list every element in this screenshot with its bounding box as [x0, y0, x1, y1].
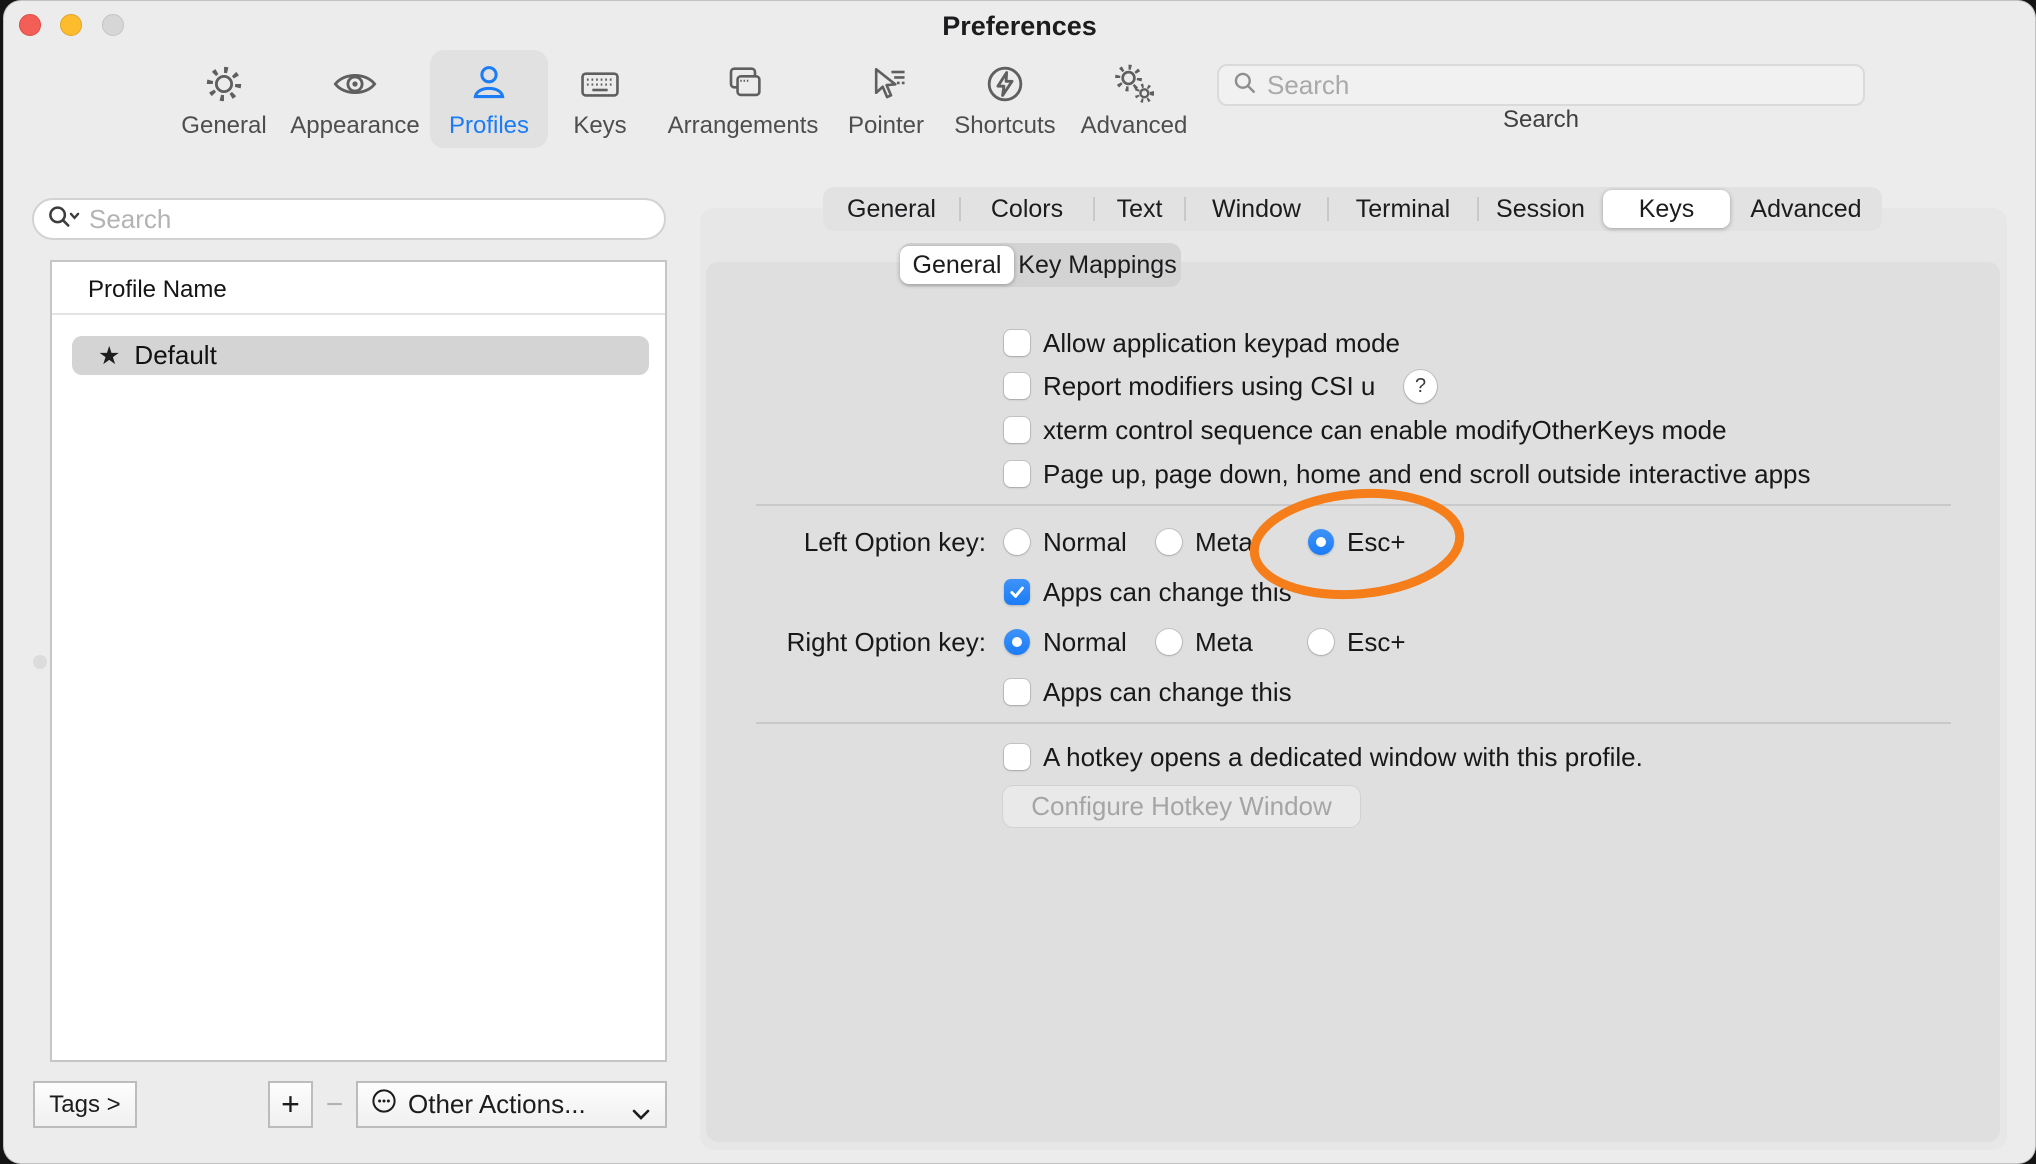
- radio-left-meta[interactable]: [1156, 529, 1182, 555]
- radio-label: Esc+: [1347, 522, 1406, 562]
- checkbox-hotkey-window[interactable]: [1004, 744, 1030, 770]
- configure-hotkey-window-button[interactable]: Configure Hotkey Window: [1003, 786, 1360, 827]
- tab-text[interactable]: Text: [1094, 187, 1185, 231]
- radio-right-normal[interactable]: [1004, 629, 1030, 655]
- cursor-icon: [860, 58, 912, 110]
- list-header-divider: [52, 313, 665, 315]
- radio-label: Meta: [1195, 622, 1253, 662]
- tab-terminal[interactable]: Terminal: [1328, 187, 1478, 231]
- checkbox-left-apps-can-change[interactable]: [1004, 579, 1030, 605]
- toolbar-search-input[interactable]: Search: [1217, 64, 1865, 106]
- tab-colors[interactable]: Colors: [960, 187, 1094, 231]
- toolbar-item-arrangements[interactable]: Arrangements: [658, 50, 828, 148]
- toolbar-item-label: Advanced: [1081, 112, 1188, 140]
- preferences-window: Preferences General Appearance Profiles: [3, 0, 2036, 1164]
- radio-left-normal[interactable]: [1004, 529, 1030, 555]
- radio-left-esc[interactable]: [1308, 529, 1334, 555]
- radio-label: Meta: [1195, 522, 1253, 562]
- subtab-general[interactable]: General: [900, 246, 1014, 284]
- radio-label: Normal: [1043, 622, 1127, 662]
- checkbox-label: Page up, page down, home and end scroll …: [1043, 454, 1811, 494]
- eye-icon: [329, 58, 381, 110]
- profile-tab-bar: General Colors Text Window Terminal Sess…: [823, 187, 1882, 231]
- search-menu-icon: [47, 204, 81, 235]
- tags-button[interactable]: Tags >: [33, 1081, 137, 1128]
- checkbox-label: xterm control sequence can enable modify…: [1043, 410, 1727, 450]
- toolbar-item-general[interactable]: General: [149, 50, 299, 148]
- profile-list: Profile Name ★ Default: [50, 260, 667, 1062]
- splitter-handle-dot[interactable]: [33, 655, 47, 669]
- profile-name: Default: [134, 340, 216, 371]
- gear-icon: [198, 58, 250, 110]
- right-option-key-label: Right Option key:: [703, 622, 986, 662]
- search-icon: [1233, 71, 1257, 100]
- other-actions-dropdown[interactable]: Other Actions...: [356, 1081, 667, 1128]
- checkbox-label: Apps can change this: [1043, 672, 1292, 712]
- checkbox-label: A hotkey opens a dedicated window with t…: [1043, 737, 1643, 777]
- toolbar-item-advanced[interactable]: Advanced: [1059, 50, 1209, 148]
- person-icon: [463, 58, 515, 110]
- toolbar-item-appearance[interactable]: Appearance: [280, 50, 430, 148]
- profile-search-placeholder: Search: [89, 204, 171, 235]
- bolt-circle-icon: [979, 58, 1031, 110]
- check-icon: [1008, 583, 1026, 601]
- ellipsis-circle-icon: [371, 1088, 397, 1121]
- radio-label: Esc+: [1347, 622, 1406, 662]
- radio-right-esc[interactable]: [1308, 629, 1334, 655]
- toolbar-item-label: Keys: [573, 112, 626, 140]
- toolbar-search-placeholder: Search: [1267, 70, 1349, 101]
- checkbox-page-scroll[interactable]: [1004, 461, 1030, 487]
- section-divider: [756, 504, 1951, 506]
- toolbar-search-caption: Search: [1441, 106, 1641, 134]
- chevron-down-icon: [632, 1100, 650, 1128]
- windows-icon: [717, 58, 769, 110]
- radio-right-meta[interactable]: [1156, 629, 1182, 655]
- toolbar-item-label: Pointer: [848, 112, 924, 140]
- other-actions-label: Other Actions...: [408, 1089, 586, 1120]
- toolbar-item-keys[interactable]: Keys: [525, 50, 675, 148]
- checkbox-csi-u[interactable]: [1004, 373, 1030, 399]
- checkbox-label: Apps can change this: [1043, 572, 1292, 612]
- help-button[interactable]: ?: [1404, 370, 1437, 403]
- checkbox-application-keypad[interactable]: [1004, 330, 1030, 356]
- keyboard-icon: [574, 58, 626, 110]
- tab-window[interactable]: Window: [1185, 187, 1328, 231]
- toolbar-item-label: Arrangements: [668, 112, 819, 140]
- toolbar-item-label: Profiles: [449, 112, 529, 140]
- checkbox-right-apps-can-change[interactable]: [1004, 679, 1030, 705]
- checkbox-label: Report modifiers using CSI u: [1043, 366, 1375, 406]
- left-option-key-label: Left Option key:: [703, 522, 986, 562]
- profile-list-header: Profile Name: [88, 276, 227, 304]
- profile-row-default[interactable]: ★ Default: [72, 336, 649, 375]
- section-divider: [756, 722, 1951, 724]
- toolbar-item-label: General: [181, 112, 266, 140]
- checkbox-modify-other-keys[interactable]: [1004, 417, 1030, 443]
- tab-general[interactable]: General: [823, 187, 960, 231]
- toolbar-item-label: Appearance: [290, 112, 419, 140]
- toolbar-item-shortcuts[interactable]: Shortcuts: [930, 50, 1080, 148]
- subtab-key-mappings[interactable]: Key Mappings: [1014, 243, 1181, 287]
- gears-icon: [1108, 58, 1160, 110]
- keys-subtab-bar: General Key Mappings: [900, 243, 1181, 287]
- toolbar-item-label: Shortcuts: [954, 112, 1055, 140]
- tab-session[interactable]: Session: [1478, 187, 1603, 231]
- profile-search-input[interactable]: Search: [32, 198, 666, 240]
- radio-label: Normal: [1043, 522, 1127, 562]
- window-title: Preferences: [3, 11, 2036, 42]
- star-icon: ★: [98, 341, 120, 371]
- checkbox-label: Allow application keypad mode: [1043, 323, 1400, 363]
- remove-profile-button[interactable]: −: [313, 1081, 356, 1128]
- add-profile-button[interactable]: +: [268, 1081, 313, 1128]
- tab-advanced[interactable]: Advanced: [1730, 187, 1882, 231]
- tab-keys[interactable]: Keys: [1603, 190, 1730, 228]
